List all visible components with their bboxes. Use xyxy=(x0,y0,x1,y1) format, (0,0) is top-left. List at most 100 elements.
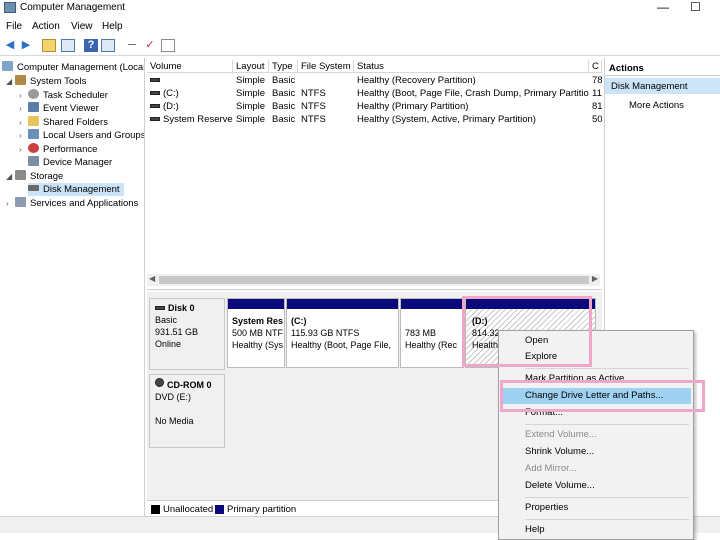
cell-status: Healthy (System, Active, Primary Partiti… xyxy=(357,114,536,125)
forward-arrow-icon[interactable]: ▶ xyxy=(19,39,33,52)
expand-arrow-icon[interactable]: › xyxy=(19,102,28,115)
users-icon xyxy=(28,129,39,139)
menu-view[interactable]: View xyxy=(71,21,93,32)
partition-recovery[interactable]: 783 MB Healthy (Rec xyxy=(400,298,464,368)
expand-arrow-icon[interactable]: › xyxy=(19,116,28,129)
cell-capacity: 78 xyxy=(592,75,602,86)
menu-item-extend-volume[interactable]: Extend Volume... xyxy=(501,427,691,443)
highlight-box-drive-d xyxy=(462,296,592,367)
more-actions-link[interactable]: More Actions xyxy=(629,100,684,111)
disk0-type: Basic xyxy=(155,315,178,325)
column-layout[interactable]: Layout xyxy=(233,60,269,73)
volume-icon xyxy=(150,78,160,82)
partition-status: Healthy (Sys xyxy=(232,340,284,350)
tree-item-disk-management[interactable]: Disk Management xyxy=(28,183,124,196)
console-tree: Computer Management (Local ◢ System Tools… xyxy=(0,58,145,516)
up-folder-icon[interactable] xyxy=(42,39,56,52)
volume-row[interactable]: (C:) Simple Basic NTFS Healthy (Boot, Pa… xyxy=(147,87,602,100)
column-capacity[interactable]: C xyxy=(589,60,602,73)
expand-arrow-icon[interactable]: › xyxy=(19,143,28,156)
column-status[interactable]: Status xyxy=(354,60,589,73)
menu-item-properties[interactable]: Properties xyxy=(501,500,691,516)
expand-arrow-icon[interactable]: › xyxy=(19,129,28,142)
cell-capacity: 11 xyxy=(592,88,602,99)
menu-item-delete-volume[interactable]: Delete Volume... xyxy=(501,478,691,494)
tree-item-device-manager[interactable]: Device Manager xyxy=(28,156,112,169)
back-arrow-icon[interactable]: ◀ xyxy=(3,39,17,52)
collapse-arrow-icon[interactable]: ◢ xyxy=(6,75,15,88)
cell-type: Basic xyxy=(272,114,296,125)
tree-item-local-users[interactable]: › Local Users and Groups xyxy=(19,129,144,142)
tree-item-system-tools[interactable]: ◢ System Tools xyxy=(6,75,86,88)
expand-arrow-icon[interactable]: › xyxy=(19,89,28,102)
menu-separator xyxy=(525,519,689,520)
cell-file-system xyxy=(298,74,354,87)
cell-layout: Simple xyxy=(236,88,266,99)
menu-help[interactable]: Help xyxy=(102,21,123,32)
disk0-label[interactable]: Disk 0 Basic 931.51 GB Online xyxy=(149,298,225,370)
scroll-left-arrow-icon[interactable]: ◀ xyxy=(149,274,155,283)
cdrom0-label[interactable]: CD-ROM 0 DVD (E:) No Media xyxy=(149,374,225,448)
cell-layout: Simple xyxy=(236,101,266,112)
column-volume[interactable]: Volume xyxy=(147,60,233,73)
column-file-system[interactable]: File System xyxy=(298,60,354,73)
expand-arrow-icon[interactable]: › xyxy=(6,197,15,210)
tree-item-shared-folders[interactable]: › Shared Folders xyxy=(19,116,108,129)
title-bar: Computer Management — ☐ xyxy=(0,0,720,16)
cell-file-system: NTFS xyxy=(301,114,326,125)
legend-primary: Primary partition xyxy=(227,504,297,515)
volume-icon xyxy=(150,91,160,95)
window-title: Computer Management xyxy=(20,2,126,13)
tree-item-storage[interactable]: ◢ Storage xyxy=(6,170,63,183)
menu-item-help[interactable]: Help xyxy=(501,522,691,538)
volume-icon xyxy=(150,104,160,108)
tools-icon xyxy=(15,75,26,85)
volume-list: Volume Layout Type File System Status C … xyxy=(147,58,602,290)
cell-type: Basic xyxy=(272,75,296,86)
cell-file-system: NTFS xyxy=(301,88,326,99)
storage-icon xyxy=(15,170,26,180)
partition-c[interactable]: (C:) 115.93 GB NTFS Healthy (Boot, Page Fi… xyxy=(286,298,399,368)
menu-item-shrink-volume[interactable]: Shrink Volume... xyxy=(501,444,691,460)
menu-item-add-mirror[interactable]: Add Mirror... xyxy=(501,461,691,477)
cell-type: Basic xyxy=(272,88,296,99)
cdrom-icon xyxy=(155,378,164,387)
maximize-button[interactable]: ☐ xyxy=(690,0,701,14)
actions-disk-management[interactable]: Disk Management xyxy=(605,78,720,94)
tree-item-root[interactable]: Computer Management (Local xyxy=(2,61,144,74)
partition-system-reserved[interactable]: System Res 500 MB NTF Healthy (Sys xyxy=(227,298,285,368)
partition-name: (C:) xyxy=(291,316,307,326)
scroll-right-arrow-icon[interactable]: ▶ xyxy=(592,274,598,283)
menu-action[interactable]: Action xyxy=(32,21,60,32)
show-hide-action-pane-icon[interactable] xyxy=(101,39,115,52)
disk-icon xyxy=(155,306,165,310)
clock-icon xyxy=(28,89,39,99)
minimize-button[interactable]: — xyxy=(657,0,669,14)
cell-layout: Simple xyxy=(236,114,266,125)
tree-item-performance[interactable]: › Performance xyxy=(19,143,97,156)
horizontal-scrollbar[interactable]: ◀ ▶ xyxy=(147,274,600,286)
column-type[interactable]: Type xyxy=(269,60,298,73)
volume-row[interactable]: Simple Basic Healthy (Recovery Partition… xyxy=(147,74,602,87)
cell-capacity: 81 xyxy=(592,101,602,112)
help-icon[interactable]: ? xyxy=(84,39,98,52)
checklist-icon[interactable]: ✓ xyxy=(143,39,157,52)
disk0-size: 931.51 GB xyxy=(155,327,199,337)
tree-item-event-viewer[interactable]: › Event Viewer xyxy=(19,102,99,115)
tree-item-task-scheduler[interactable]: › Task Scheduler xyxy=(19,89,108,102)
volume-row[interactable]: System Reserved Simple Basic NTFS Health… xyxy=(147,113,602,126)
properties-icon[interactable] xyxy=(161,39,175,52)
disk0-name: Disk 0 xyxy=(168,303,195,313)
cell-capacity: 50 xyxy=(592,114,602,125)
cdrom0-type: DVD (E:) xyxy=(155,392,191,402)
volume-row[interactable]: (D:) Simple Basic NTFS Healthy (Primary … xyxy=(147,100,602,113)
collapse-arrow-icon[interactable]: ◢ xyxy=(6,170,15,183)
show-hide-tree-icon[interactable] xyxy=(61,39,75,52)
menu-file[interactable]: File xyxy=(6,21,22,32)
computer-icon xyxy=(2,61,13,71)
tree-item-services[interactable]: › Services and Applications xyxy=(6,197,138,210)
connect-icon[interactable]: ─ xyxy=(125,39,139,52)
partition-detail: 783 MB xyxy=(405,328,437,338)
scrollbar-thumb[interactable] xyxy=(159,276,589,284)
partition-status: Healthy (Boot, Page File, xyxy=(291,340,392,350)
